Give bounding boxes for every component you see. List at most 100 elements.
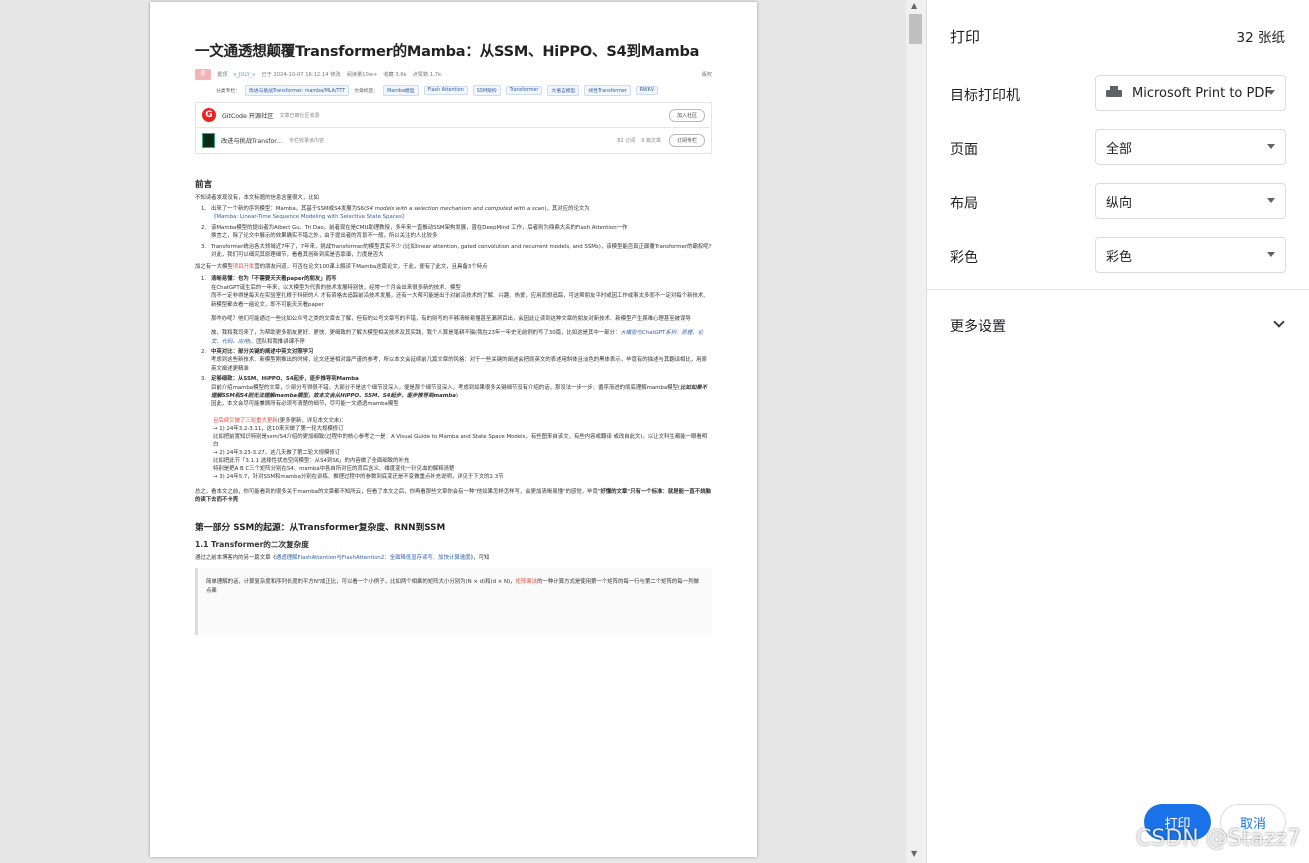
text: (更多更新，详见本文文末)： [277, 417, 347, 424]
article-title: 一文通透想颠覆Transformer的Mamba：从SSM、HiPPO、S4到M… [195, 44, 700, 60]
text: 足够细致：从SSM、HiPPO、S4起步，逐步推导到Mamba [211, 376, 359, 383]
text: )，其对应的论文为 [544, 206, 590, 213]
fav-count: 收藏 3.6k [383, 72, 407, 78]
column-title: 改进与挑战Transfor… [221, 138, 283, 145]
chevron-down-icon [1267, 252, 1275, 257]
edit-date: 已于 2024-10-07 16:12:14 修改 [261, 72, 341, 78]
original-badge: 原 [195, 69, 211, 80]
scrollbar-thumb[interactable] [909, 14, 922, 44]
article-tag[interactable]: 大语言模型 [547, 85, 580, 96]
copyright-label: 版权 [701, 72, 712, 78]
preface-text: 不知读者发现没有，本文标题的信息含量很大，比如 [195, 195, 319, 201]
list-item: 3. 足够细致：从SSM、HiPPO、S4起步，逐步推导到Mamba 目前介绍mam… [201, 375, 712, 409]
update-line: → 1) 24年3.2-3.11，这10来天做了第一轮大规模修订 [213, 425, 344, 432]
author-link[interactable]: v_JULY_v [233, 72, 255, 78]
text: 目前介绍mamba模型的文章，少部分写得很不错，大部分不是这个细节没深入，便是那… [211, 384, 681, 391]
text: 考虑到这些新技术、新模型刚推出的时候，论文还是相对最严谨的参考，所以本文会延续前… [211, 357, 707, 372]
article-tag[interactable]: Mamba模型 [383, 85, 419, 96]
article-tag[interactable]: 线性Transformer [584, 85, 631, 96]
column-tag[interactable]: 改进与挑战Transformer: mamba/MLA/TTT [245, 85, 350, 96]
pages-row: 页面 全部 [950, 129, 1288, 169]
destination-select[interactable]: Microsoft Print to PDF [1095, 75, 1286, 111]
list-item: 2. 中英对比：部分关键的阐述中英文对照学习 考虑到这些新技术、新模型刚推出的时候，… [201, 348, 712, 373]
article-tag[interactable]: RWKV [635, 86, 659, 95]
scroll-down-icon[interactable]: ▼ [911, 849, 917, 858]
gitcode-logo-icon: G [202, 108, 216, 122]
watermark: CSDN @Stazz7 [1136, 826, 1301, 851]
highlight-link[interactable]: 项目开发 [233, 264, 255, 270]
preview-page: 一文通透想颠覆Transformer的Mamba：从SSM、HiPPO、S4到M… [150, 2, 757, 857]
column-cover-icon [202, 133, 215, 148]
article-tag[interactable]: Transformer [505, 86, 543, 95]
text: 对此，我们可以细究其原理细节，看看其创新到底是否靠谱，力度是否大 [211, 251, 384, 258]
article-tag[interactable]: Flash Attention [423, 86, 468, 95]
text: S4 models with a selection mechanism and… [366, 206, 545, 213]
text: 营的朋友问道，可否在论文100课上解读下Mamba这篇论文，于此，便有了此文，且… [254, 264, 488, 271]
destination-row: 目标打印机 Microsoft Print to PDF [950, 75, 1288, 115]
print-settings-panel: 打印 32 张纸 目标打印机 Microsoft Print to PDF 页面… [926, 0, 1309, 863]
article-tag[interactable]: SSM架构 [472, 85, 501, 96]
list-item: 1. 清晰易懂：也为「不需要天天看paper的朋友」而写 在ChatGPT诞生后的一… [201, 275, 712, 346]
update-highlight: 且后续又做了三轮重大更新 [213, 417, 278, 424]
color-select[interactable]: 彩色 [1095, 237, 1286, 273]
blockquote: 简单理解的话，计算复杂度和序列长度的平方N²成正比，可以看一个小例子，比如两个相… [195, 567, 712, 636]
text: 故，我和我司来了，为帮助更多朋友更好、更快、更细致的了解大模型相关技术及其实践，… [211, 330, 621, 337]
text: 该Mamba模型的提出者为Albert Gu、Tri Dao，前者现在是CMU助… [211, 224, 628, 231]
summary-paragraph: 总之，看本文之前，你可能看到的很多关于mamba的文章都不知所云，但看了本文之后… [195, 488, 712, 504]
layout-row: 布局 纵向 [950, 183, 1288, 223]
tag-row: 分类专栏： 改进与挑战Transformer: mamba/MLA/TTT 文章… [216, 85, 712, 96]
paper-link[interactable]: 《Mamba: Linear-Time Sequence Modeling wi… [211, 213, 712, 221]
chevron-down-icon [1267, 144, 1275, 149]
chevron-down-icon [1267, 90, 1275, 95]
text: 加之有一大模型 [195, 264, 233, 271]
update-line: 特别是把A B C三个矩阵分别在S4、mamba中各自所对应的背后含义、维度变化… [213, 466, 455, 473]
preview-scrollbar[interactable]: ▲ ▼ [906, 0, 926, 863]
color-label: 彩色 [950, 250, 978, 266]
update-line: 比如把此节「3.1.1 选择性状态空间模型：从S4到S6」的内容做了全面细致的补… [213, 458, 410, 465]
print-preview-area: 一文通透想颠覆Transformer的Mamba：从SSM、HiPPO、S4到M… [0, 0, 905, 863]
tags-label: 文章标签： [354, 89, 379, 94]
matrix-mult-link[interactable]: 矩阵乘法 [516, 579, 538, 585]
text: 通过之前本博客内的另一篇文章《 [195, 554, 276, 561]
print-title: 打印 [950, 28, 981, 46]
more-settings-toggle[interactable]: 更多设置 [950, 316, 1006, 336]
update-line: → 2) 24年3.23-3.27，这几天做了第二轮大规模修订 [213, 450, 341, 457]
pinned-label: 置顶 [217, 72, 228, 78]
section-1-1-heading: 1.1 Transformer的二次复杂度 [195, 539, 309, 549]
text: 出来了一个新的序列模型：Mamba，其基于SSM或S4发展为S6( [211, 206, 367, 213]
text: 简单理解的话，计算复杂度和序列长度的平方N²成正比，可以看一个小例子，比如两个相… [206, 578, 516, 585]
flashattention-link[interactable]: 通透理解FlashAttention与FlashAttention2：全面降低显… [276, 555, 471, 561]
text: 那咋办呢？他们可能通过一些比如公众号之类的文章去了解，但有的公号文章写的不错，有… [211, 315, 691, 322]
layout-select[interactable]: 纵向 [1095, 183, 1286, 219]
read-count: 阅读量10w+ [346, 72, 378, 78]
article-meta: 原 置顶 v_JULY_v 已于 2024-10-07 16:12:14 修改 … [195, 69, 712, 80]
text: 清晰易懂：也为「不需要天天看paper的朋友」而写 [211, 276, 337, 283]
pages-select[interactable]: 全部 [1095, 129, 1286, 165]
color-row: 彩色 彩色 [950, 237, 1288, 277]
update-block: 且后续又做了三轮重大更新(更多更新，详见本文文末)： → 1) 24年3.2-3… [213, 417, 712, 482]
pages-value: 全部 [1106, 141, 1133, 157]
text: Transformer统治各大领域近7年了，7年来，挑战Transformer的… [211, 243, 712, 250]
divider [927, 289, 1309, 290]
list-item: 1. 出来了一个新的序列模型：Mamba，其基于SSM或S4发展为S6(S4 mo… [201, 205, 712, 222]
sheet-count: 32 张纸 [1236, 30, 1285, 46]
text: 中英对比：部分关键的阐述中英文对照学习 [211, 349, 314, 356]
column-card: 改进与挑战Transfor… 专栏收录该内容 82 订阅 9 篇文章 订阅专栏 [195, 128, 712, 154]
paragraph: 通过之前本博客内的另一篇文章《通透理解FlashAttention与FlashA… [195, 554, 712, 562]
gitcode-title: GitCode 开源社区 [222, 112, 274, 120]
preface-list: 1. 出来了一个新的序列模型：Mamba，其基于SSM或S4发展为S6(S4 mo… [195, 205, 712, 259]
join-community-button[interactable]: 加入社区 [668, 108, 705, 122]
column-subscribers: 82 订阅 [617, 138, 636, 144]
column-sub: 专栏收录该内容 [288, 138, 324, 144]
expand-chevron-icon[interactable] [1273, 316, 1285, 328]
update-line: 比如把前置知识特别是ssm/S4介绍的更加细致(过程中的核心参考之一是：A Vi… [213, 433, 708, 449]
scroll-up-icon[interactable]: ▲ [911, 1, 917, 10]
text: 》，可知 [470, 554, 490, 561]
chevron-down-icon [1267, 198, 1275, 203]
text: 换言之，除了论文中展示的效果确实不错之外，由于提出者的背景不一般，所以关注的人比… [211, 233, 438, 240]
paragraph: 加之有一大模型项目开发营的朋友问道，可否在论文100课上解读下Mamba这篇论文… [195, 263, 712, 271]
subscribe-column-button[interactable]: 订阅专栏 [668, 134, 705, 147]
features-list: 1. 清晰易懂：也为「不需要天天看paper的朋友」而写 在ChatGPT诞生后的一… [195, 275, 712, 408]
text: 而不一定非得是每天在实验室扎根于科研的人 才有资格去追踪前沿技术发展，还有一大帮… [211, 293, 709, 308]
text: 因此，本文会尽可能兼顾所有必须写清楚的细节，尽可能一文通透mamba模型 [211, 401, 399, 408]
